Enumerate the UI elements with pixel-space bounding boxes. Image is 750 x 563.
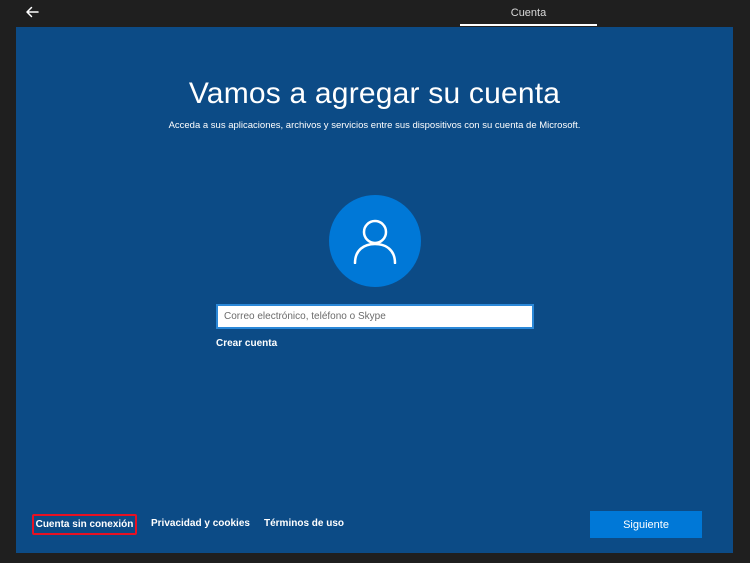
tab-cuenta[interactable]: Cuenta — [460, 0, 597, 26]
setup-window: Cuenta Vamos a agregar su cuenta Acceda … — [0, 0, 750, 563]
user-icon — [353, 219, 397, 264]
next-button[interactable]: Siguiente — [590, 511, 702, 538]
tab-label: Cuenta — [510, 7, 547, 19]
terms-link[interactable]: Términos de uso — [264, 518, 344, 529]
email-field[interactable] — [216, 304, 534, 329]
create-account-link[interactable]: Crear cuenta — [216, 338, 277, 349]
page-title: Vamos a agregar su cuenta — [188, 77, 561, 110]
privacy-link[interactable]: Privacidad y cookies — [151, 518, 250, 529]
offline-account-link[interactable]: Cuenta sin conexión — [32, 514, 137, 535]
arrow-left-icon — [26, 6, 39, 18]
avatar — [329, 195, 421, 287]
page-subtitle: Acceda a sus aplicaciones, archivos y se… — [168, 120, 581, 131]
main-panel: Vamos a agregar su cuenta Acceda a sus a… — [16, 27, 733, 553]
top-bar: Cuenta — [0, 0, 750, 26]
back-button[interactable] — [20, 2, 44, 22]
tab-active-indicator — [460, 24, 597, 26]
offline-account-label: Cuenta sin conexión — [35, 519, 134, 530]
